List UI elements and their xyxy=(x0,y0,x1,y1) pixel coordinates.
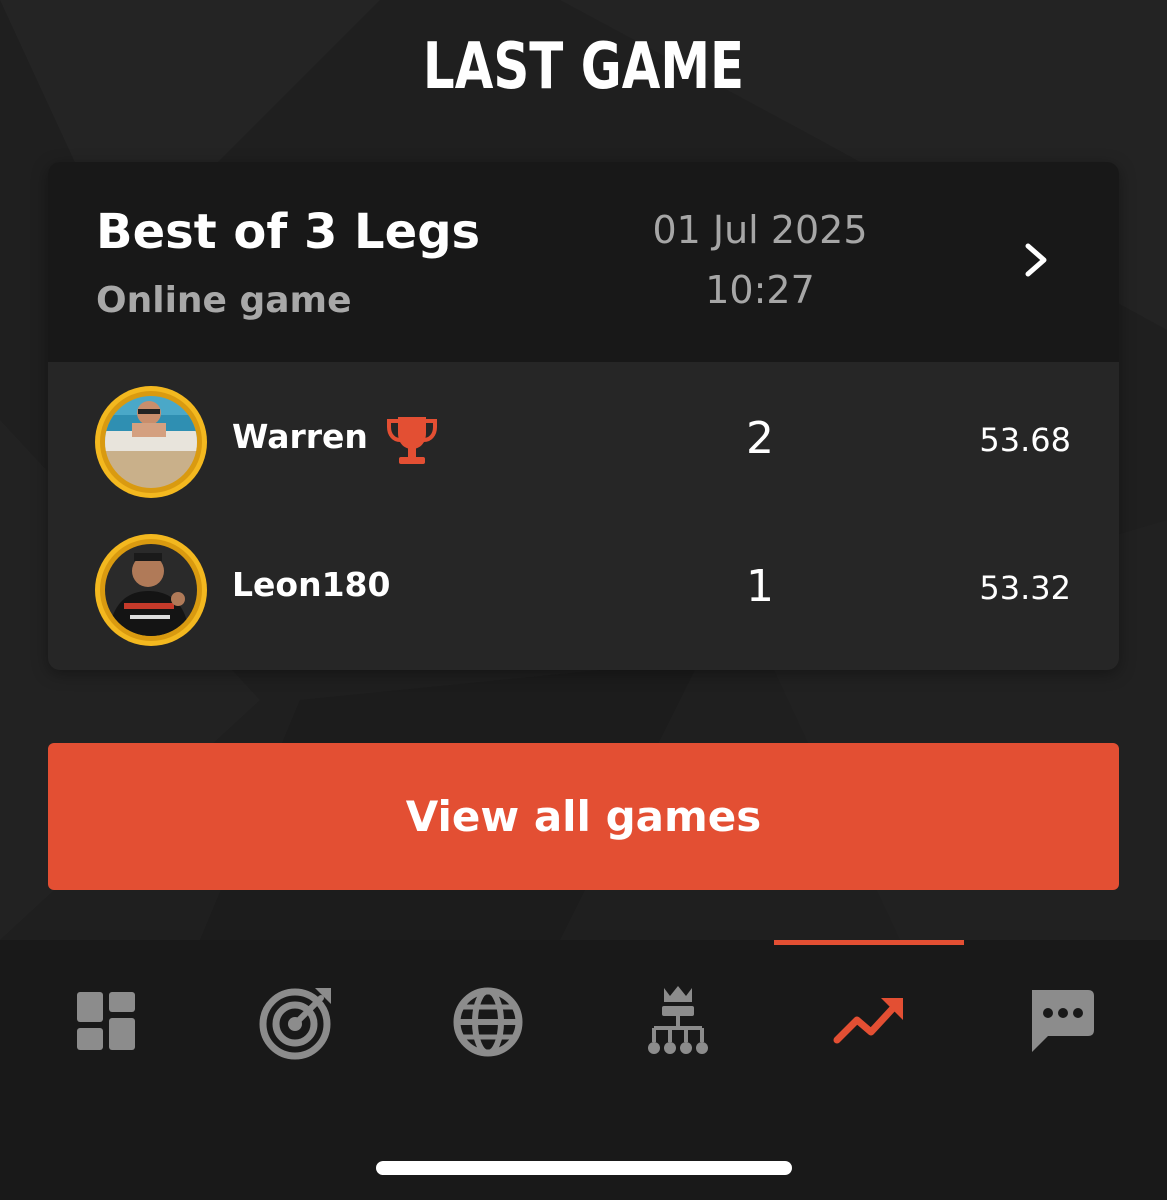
game-type: Online game xyxy=(96,280,352,321)
avatar[interactable] xyxy=(94,385,208,499)
chat-icon xyxy=(1032,990,1094,1052)
trending-up-icon xyxy=(833,998,903,1044)
nav-tournaments[interactable] xyxy=(618,980,738,1070)
active-tab-indicator xyxy=(774,940,964,945)
avatar[interactable] xyxy=(94,533,208,647)
player-average: 53.32 xyxy=(979,569,1071,607)
game-summary-header[interactable]: Best of 3 Legs Online game 01 Jul 2025 1… xyxy=(48,162,1119,362)
game-date: 01 Jul 2025 xyxy=(652,208,868,252)
player-name: Leon180 xyxy=(232,565,391,604)
game-time: 10:27 xyxy=(705,268,815,312)
page-title: LAST GAME xyxy=(422,30,745,104)
target-icon xyxy=(259,988,331,1060)
nav-dashboard[interactable] xyxy=(47,980,167,1070)
player-legs-won: 1 xyxy=(746,561,774,612)
home-indicator xyxy=(376,1161,792,1175)
player-average: 53.68 xyxy=(979,421,1071,459)
player-legs-won: 2 xyxy=(746,413,774,464)
view-all-games-button[interactable]: View all games xyxy=(48,743,1119,890)
player-row: Leon180 1 53.32 xyxy=(48,515,1119,663)
game-name: Best of 3 Legs xyxy=(96,204,481,260)
tournament-icon xyxy=(648,986,708,1054)
nav-chat[interactable] xyxy=(1000,980,1120,1070)
nav-online[interactable] xyxy=(428,980,548,1070)
player-row: Warren 2 53.68 xyxy=(48,367,1119,515)
last-game-card: Best of 3 Legs Online game 01 Jul 2025 1… xyxy=(48,162,1119,670)
player-name: Warren xyxy=(232,417,368,456)
nav-stats[interactable] xyxy=(809,980,929,1070)
dashboard-icon xyxy=(77,992,135,1050)
nav-play[interactable] xyxy=(237,980,357,1070)
globe-icon xyxy=(453,987,523,1057)
trophy-icon xyxy=(387,417,437,464)
chevron-right-icon[interactable] xyxy=(1020,240,1054,280)
